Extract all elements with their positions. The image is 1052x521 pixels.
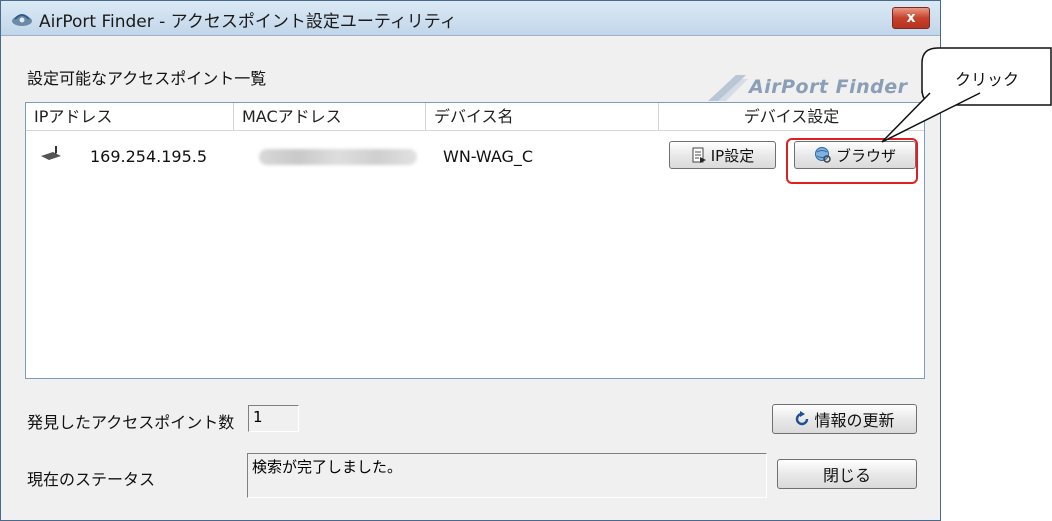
refresh-icon	[796, 411, 809, 426]
refresh-info-button[interactable]: 情報の更新	[772, 404, 917, 434]
row-mac-address-blurred	[259, 149, 417, 165]
column-header-device-name[interactable]: デバイス名	[426, 103, 659, 131]
callout-pointer	[881, 92, 981, 143]
click-callout-text: クリック	[955, 70, 1020, 89]
found-count-label: 発見したアクセスポイント数	[27, 413, 235, 432]
row-device-name: WN-WAG_C	[443, 147, 534, 166]
app-window: AirPort Finder - アクセスポイント設定ユーティリティ x 設定可…	[0, 0, 941, 521]
column-header-ip[interactable]: IPアドレス	[26, 103, 234, 131]
window-title: AirPort Finder - アクセスポイント設定ユーティリティ	[39, 12, 457, 32]
browser-button-highlight	[786, 138, 918, 184]
window-close-button[interactable]: x	[892, 7, 930, 29]
title-bar: AirPort Finder - アクセスポイント設定ユーティリティ x	[1, 1, 940, 36]
ip-settings-icon	[692, 147, 706, 163]
status-field: 検索が完了しました。	[247, 453, 767, 498]
access-point-device-icon	[41, 146, 61, 160]
ip-settings-button[interactable]: IP設定	[669, 141, 776, 169]
airport-finder-icon	[12, 14, 32, 26]
ip-settings-label: IP設定	[710, 146, 755, 165]
status-label: 現在のステータス	[27, 470, 156, 489]
refresh-info-label: 情報の更新	[814, 411, 895, 430]
found-count-field: 1	[248, 405, 299, 432]
list-caption: 設定可能なアクセスポイント一覧	[27, 69, 267, 88]
row-ip-address: 169.254.195.5	[90, 147, 208, 166]
close-button[interactable]: 閉じる	[777, 459, 917, 489]
column-header-mac[interactable]: MACアドレス	[234, 103, 426, 131]
